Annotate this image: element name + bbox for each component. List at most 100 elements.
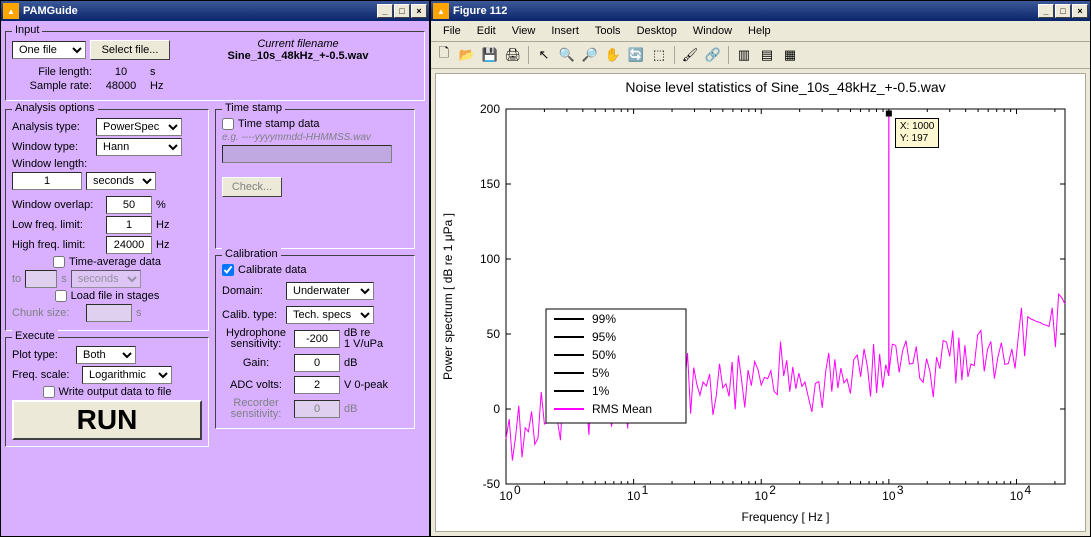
svg-text:99%: 99% [592, 312, 616, 326]
fig-title: Figure 112 [453, 5, 507, 17]
analysis-legend: Analysis options [12, 102, 98, 114]
grid-icon[interactable]: ▦ [779, 44, 801, 66]
svg-text:2: 2 [769, 483, 776, 497]
rotate-icon[interactable]: 🔄 [625, 44, 647, 66]
low-freq-input[interactable] [106, 216, 152, 234]
svg-text:RMS Mean: RMS Mean [592, 402, 652, 416]
fig-close-button[interactable]: × [1072, 4, 1088, 18]
timestamp-legend: Time stamp [222, 102, 285, 114]
recorder-input [294, 400, 340, 418]
svg-text:10: 10 [882, 489, 896, 503]
data-tip: X: 1000Y: 197 [895, 118, 939, 148]
low-freq-label: Low freq. limit: [12, 219, 102, 231]
menu-file[interactable]: File [435, 23, 469, 39]
execute-legend: Execute [12, 330, 58, 342]
menu-tools[interactable]: Tools [587, 23, 629, 39]
window-type-label: Window type: [12, 141, 92, 153]
plot-type-label: Plot type: [12, 349, 72, 361]
svg-text:-50: -50 [483, 477, 501, 491]
domain-select[interactable]: Underwater [286, 282, 374, 300]
svg-text:1: 1 [642, 483, 649, 497]
write-output-checkbox[interactable]: Write output data to file [43, 386, 172, 398]
current-filename: Sine_10s_48kHz_+-0.5.wav [178, 50, 418, 62]
new-icon[interactable]: 🗋 [433, 44, 455, 66]
max-button[interactable]: □ [394, 4, 410, 18]
hydro-label-2: sensitivity: [222, 339, 290, 350]
load-stages-checkbox[interactable]: Load file in stages [55, 290, 160, 302]
save-icon[interactable]: 💾 [479, 44, 501, 66]
svg-text:50%: 50% [592, 348, 616, 362]
run-button[interactable]: RUN [12, 400, 202, 440]
adc-label: ADC volts: [222, 379, 290, 391]
calib-type-label: Calib. type: [222, 309, 282, 321]
svg-text:1%: 1% [592, 384, 610, 398]
brush-icon[interactable]: 🖌 [679, 44, 701, 66]
cursor-icon[interactable]: ⬚ [648, 44, 670, 66]
high-freq-label: High freq. limit: [12, 239, 102, 251]
fig-min-button[interactable]: _ [1038, 4, 1054, 18]
svg-text:Power spectrum [ dB re 1 μPa ]: Power spectrum [ dB re 1 μPa ] [441, 213, 455, 380]
file-length-unit: s [150, 66, 156, 78]
timestamp-input [222, 145, 392, 163]
select-file-button[interactable]: Select file... [90, 40, 170, 60]
calibrate-checkbox[interactable]: Calibrate data [222, 264, 307, 276]
svg-text:50: 50 [487, 327, 501, 341]
plot-type-select[interactable]: Both [76, 346, 136, 364]
freq-scale-label: Freq. scale: [12, 369, 78, 381]
legend-icon[interactable]: ▤ [756, 44, 778, 66]
print-icon[interactable]: 🖨 [502, 44, 524, 66]
input-group: Input One file Select file... File lengt… [5, 31, 425, 101]
min-button[interactable]: _ [377, 4, 393, 18]
pam-titlebar: ▲ PAMGuide _ □ × [1, 1, 429, 21]
current-filename-label: Current filename [178, 38, 418, 50]
adc-input[interactable] [294, 376, 340, 394]
fig-icon: ▲ [433, 3, 449, 19]
window-overlap-input[interactable] [106, 196, 152, 214]
hydro-input[interactable] [294, 330, 340, 348]
open-icon[interactable]: 📂 [456, 44, 478, 66]
sample-rate-value: 48000 [96, 80, 146, 92]
analysis-type-select[interactable]: PowerSpec [96, 118, 182, 136]
gain-unit: dB [344, 357, 357, 369]
svg-text:200: 200 [480, 102, 500, 116]
pan-icon[interactable]: ✋ [602, 44, 624, 66]
zoom-in-icon[interactable]: 🔍 [556, 44, 578, 66]
calib-type-select[interactable]: Tech. specs [286, 306, 374, 324]
menu-desktop[interactable]: Desktop [629, 23, 685, 39]
toolbar: 🗋📂💾🖨 ↖🔍🔎✋🔄⬚ 🖌🔗 ▥▤▦ [431, 42, 1090, 69]
time-average-checkbox[interactable]: Time-average data [53, 256, 161, 268]
domain-label: Domain: [222, 285, 282, 297]
link-icon[interactable]: 🔗 [702, 44, 724, 66]
window-length-unit[interactable]: seconds [86, 172, 156, 190]
ta-to-label: to [12, 273, 21, 285]
svg-text:150: 150 [480, 177, 500, 191]
fig-max-button[interactable]: □ [1055, 4, 1071, 18]
app-icon: ▲ [3, 3, 19, 19]
colorbar-icon[interactable]: ▥ [733, 44, 755, 66]
calibration-group: Calibration Calibrate data Domain:Underw… [215, 255, 415, 429]
arrow-icon[interactable]: ↖ [533, 44, 555, 66]
low-freq-unit: Hz [156, 219, 169, 231]
source-select[interactable]: One file [12, 41, 86, 59]
gain-input[interactable] [294, 354, 340, 372]
menu-insert[interactable]: Insert [543, 23, 587, 39]
recorder-unit: dB [344, 403, 357, 415]
adc-unit: V 0-peak [344, 379, 388, 391]
menu-help[interactable]: Help [740, 23, 779, 39]
hydro-unit-2: 1 V/uPa [344, 339, 383, 350]
timestamp-checkbox[interactable]: Time stamp data [222, 118, 320, 130]
svg-text:0: 0 [493, 402, 500, 416]
menu-view[interactable]: View [504, 23, 544, 39]
menu-edit[interactable]: Edit [469, 23, 504, 39]
svg-text:10: 10 [755, 489, 769, 503]
execute-group: Execute Plot type:Both Freq. scale:Logar… [5, 337, 209, 447]
window-type-select[interactable]: Hann [96, 138, 182, 156]
zoom-out-icon[interactable]: 🔎 [579, 44, 601, 66]
window-length-input[interactable] [12, 172, 82, 190]
ta-to-input [25, 270, 57, 288]
file-length-label: File length: [12, 66, 92, 78]
freq-scale-select[interactable]: Logarithmic [82, 366, 172, 384]
menu-window[interactable]: Window [685, 23, 740, 39]
high-freq-input[interactable] [106, 236, 152, 254]
close-button[interactable]: × [411, 4, 427, 18]
